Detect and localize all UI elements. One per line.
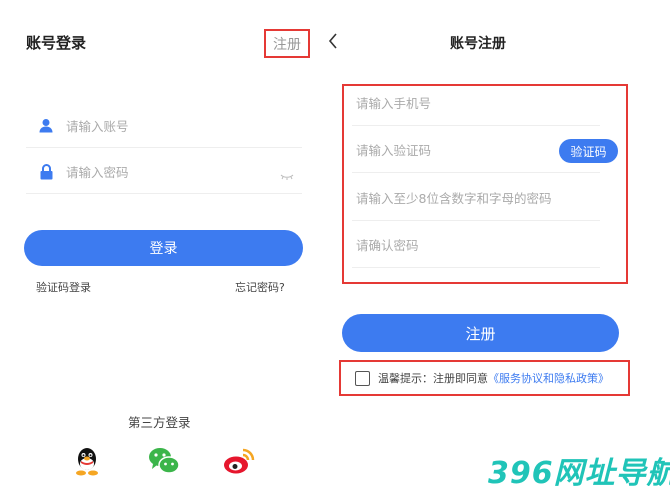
phone-input[interactable]: 请输入手机号 xyxy=(352,79,600,126)
sms-login-link[interactable]: 验证码登录 xyxy=(36,279,91,295)
third-party-login-title: 第三方登录 xyxy=(128,415,191,430)
wechat-icon[interactable] xyxy=(148,446,180,476)
confirm-password-input[interactable]: 请确认密码 xyxy=(352,221,600,268)
register-button[interactable]: 注册 xyxy=(342,314,619,352)
confirm-password-placeholder: 请确认密码 xyxy=(356,237,419,253)
login-button[interactable]: 登录 xyxy=(24,230,303,266)
agreement-row: 温馨提示：注册即同意 《服务协议和隐私政策》 xyxy=(339,360,630,396)
agreement-prefix: 温馨提示：注册即同意 xyxy=(378,372,488,385)
new-password-placeholder: 请输入至少8位含数字和字母的密码 xyxy=(356,190,552,206)
qq-icon[interactable] xyxy=(72,446,102,476)
phone-placeholder: 请输入手机号 xyxy=(356,95,432,111)
password-placeholder: 请输入密码 xyxy=(66,165,129,180)
new-password-input[interactable]: 请输入至少8位含数字和字母的密码 xyxy=(352,174,600,221)
login-page-title: 账号登录 xyxy=(26,34,87,52)
watermark-logo: 396网址导航 xyxy=(488,456,670,486)
agreement-link[interactable]: 《服务协议和隐私政策》 xyxy=(488,370,609,386)
account-placeholder: 请输入账号 xyxy=(66,119,129,134)
register-link[interactable]: 注册 xyxy=(264,29,310,58)
agreement-checkbox[interactable] xyxy=(355,370,370,386)
eye-closed-icon[interactable] xyxy=(280,166,294,185)
get-code-button[interactable]: 验证码 xyxy=(559,139,618,163)
register-page-title: 账号注册 xyxy=(450,36,506,52)
forgot-password-link[interactable]: 忘记密码? xyxy=(235,279,285,295)
code-placeholder: 请输入验证码 xyxy=(356,142,432,158)
back-chevron-icon[interactable] xyxy=(328,33,338,53)
account-input[interactable]: 请输入账号 xyxy=(26,104,302,148)
user-icon xyxy=(26,118,66,133)
password-input[interactable]: 请输入密码 xyxy=(26,150,302,194)
lock-icon xyxy=(26,163,66,180)
weibo-icon[interactable] xyxy=(223,446,255,476)
